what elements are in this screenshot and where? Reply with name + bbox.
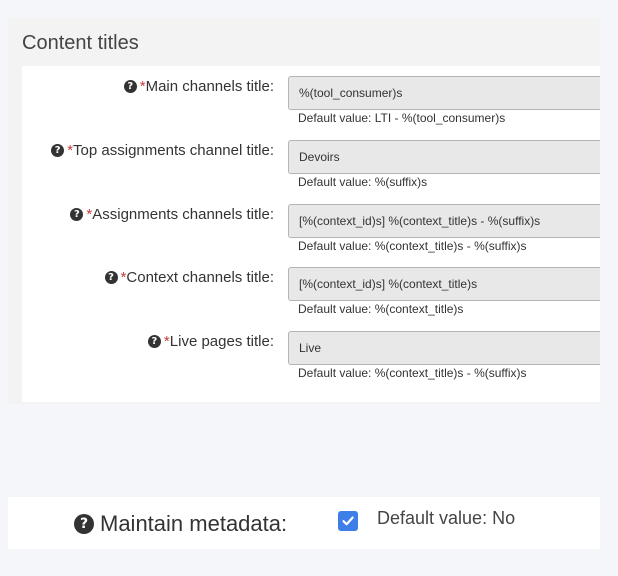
question-circle-icon[interactable]: ?: [147, 335, 161, 348]
default-value-hint: Default value: %(context_title)s - %(suf…: [298, 239, 527, 253]
question-circle-icon[interactable]: ?: [70, 208, 84, 221]
field-label: ? * Top assignments channel title:: [51, 142, 274, 159]
question-circle-icon[interactable]: ?: [51, 144, 65, 157]
check-icon: [342, 516, 354, 526]
field-label: ? * Context channels title:: [104, 269, 274, 286]
question-circle-icon[interactable]: ?: [123, 80, 137, 93]
question-circle-icon[interactable]: ?: [74, 514, 94, 534]
maintain-metadata-label-text: Maintain metadata:: [100, 511, 288, 536]
maintain-metadata-row: ? Maintain metadata: Default value: No: [8, 497, 600, 549]
content-titles-form: ? * Main channels title: Default value: …: [22, 66, 600, 402]
field-label: ? * Main channels title:: [123, 78, 274, 95]
field-row-live-pages-title: ? * Live pages title: Default value: %(c…: [22, 321, 600, 380]
field-label-text: Live pages title:: [169, 333, 274, 350]
field-label-text: Assignments channels title:: [92, 206, 274, 223]
field-row-main-channels-title: ? * Main channels title: Default value: …: [22, 66, 600, 125]
default-value-hint: Default value: %(suffix)s: [298, 175, 428, 189]
default-value-hint: Default value: %(context_title)s: [298, 302, 464, 316]
field-label-text: Context channels title:: [126, 269, 274, 286]
assignments-channels-title-input[interactable]: [288, 204, 600, 238]
field-label: ? * Live pages title:: [147, 333, 274, 350]
top-assignments-channel-title-input[interactable]: [288, 140, 600, 174]
maintain-metadata-label: ? Maintain metadata:: [74, 511, 287, 537]
section-title: Content titles: [22, 32, 139, 54]
maintain-metadata-checkbox[interactable]: [338, 511, 358, 531]
content-titles-panel: Content titles ? * Main channels title: …: [8, 18, 600, 404]
settings-page: Content titles ? * Main channels title: …: [0, 0, 618, 576]
field-row-assignments-channels-title: ? * Assignments channels title: Default …: [22, 194, 600, 253]
maintain-metadata-default-hint: Default value: No: [377, 508, 516, 528]
field-label: ? * Assignments channels title:: [70, 206, 274, 223]
field-row-context-channels-title: ? * Context channels title: Default valu…: [22, 257, 600, 316]
field-label-text: Top assignments channel title:: [73, 142, 274, 159]
field-label-text: Main channels title:: [145, 78, 274, 95]
main-channels-title-input[interactable]: [288, 76, 600, 110]
field-row-top-assignments-channel-title: ? * Top assignments channel title: Defau…: [22, 130, 600, 189]
question-circle-icon[interactable]: ?: [104, 271, 118, 284]
default-value-hint: Default value: %(context_title)s - %(suf…: [298, 366, 527, 380]
live-pages-title-input[interactable]: [288, 331, 600, 365]
context-channels-title-input[interactable]: [288, 267, 600, 301]
default-value-hint: Default value: LTI - %(tool_consumer)s: [298, 111, 506, 125]
